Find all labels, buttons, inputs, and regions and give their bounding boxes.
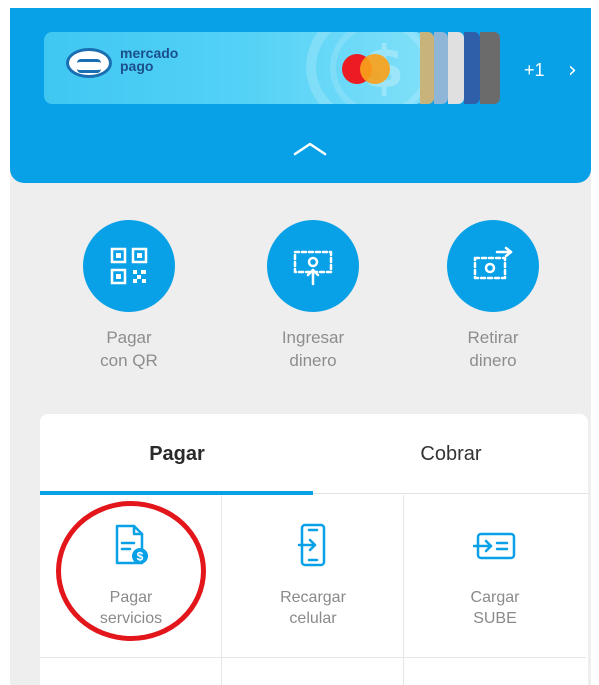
service-sube[interactable]: Cargar SUBE	[404, 495, 586, 658]
action-deposit[interactable]: Ingresar dinero	[238, 220, 388, 372]
payments-panel: Pagar Cobrar $ Pagar servicios Recargar …	[40, 414, 588, 685]
withdraw-money-icon	[473, 246, 513, 280]
chevron-up-icon[interactable]	[292, 138, 328, 158]
action-label: Retirar dinero	[467, 328, 519, 370]
extra-cards-count[interactable]: +1	[524, 60, 545, 81]
chevron-right-icon[interactable]: ›	[568, 58, 577, 83]
header-banner: $ mercado pago +1 ›	[10, 8, 591, 183]
phone-topup-icon	[297, 523, 326, 567]
service-phone-topup[interactable]: Recargar celular	[222, 495, 404, 658]
card-stack-2	[434, 32, 448, 104]
app-screen: $ mercado pago +1 ›	[10, 8, 591, 685]
payment-card[interactable]: $ mercado pago	[44, 32, 424, 104]
brand-logo-text: mercado pago	[120, 46, 178, 74]
tab-bar: Pagar Cobrar	[40, 414, 588, 495]
handshake-logo-icon	[66, 48, 112, 78]
service-label: Recargar celular	[280, 589, 346, 627]
svg-text:$: $	[137, 550, 144, 564]
qr-code-icon	[110, 247, 148, 285]
bill-icon: $	[115, 524, 148, 565]
quick-actions: Pagar con QR Ingresar dinero Retirar din…	[10, 220, 591, 390]
action-label: Ingresar dinero	[281, 328, 345, 370]
service-label: Pagar servicios	[99, 589, 163, 627]
card-stack-4	[464, 32, 480, 104]
service-pay-bills[interactable]: $ Pagar servicios	[40, 495, 222, 658]
service-label: Cargar SUBE	[470, 589, 520, 627]
grid-cell[interactable]	[40, 658, 222, 685]
action-circle[interactable]	[83, 220, 175, 312]
tab-pagar[interactable]: Pagar	[40, 414, 314, 494]
mastercard-icon	[342, 54, 392, 84]
card-stack-5	[480, 32, 500, 104]
action-withdraw[interactable]: Retirar dinero	[418, 220, 568, 372]
brand-line2: pago	[120, 58, 154, 74]
action-circle[interactable]	[447, 220, 539, 312]
card-stack-3	[448, 32, 464, 104]
action-circle[interactable]	[267, 220, 359, 312]
grid-cell[interactable]	[404, 658, 586, 685]
deposit-money-icon	[293, 250, 333, 286]
grid-cell[interactable]	[222, 658, 404, 685]
action-pay-qr[interactable]: Pagar con QR	[54, 220, 204, 372]
action-label: Pagar con QR	[100, 328, 158, 370]
tab-cobrar[interactable]: Cobrar	[314, 414, 588, 494]
card-stack-1	[420, 32, 434, 104]
transport-card-icon	[473, 532, 516, 560]
